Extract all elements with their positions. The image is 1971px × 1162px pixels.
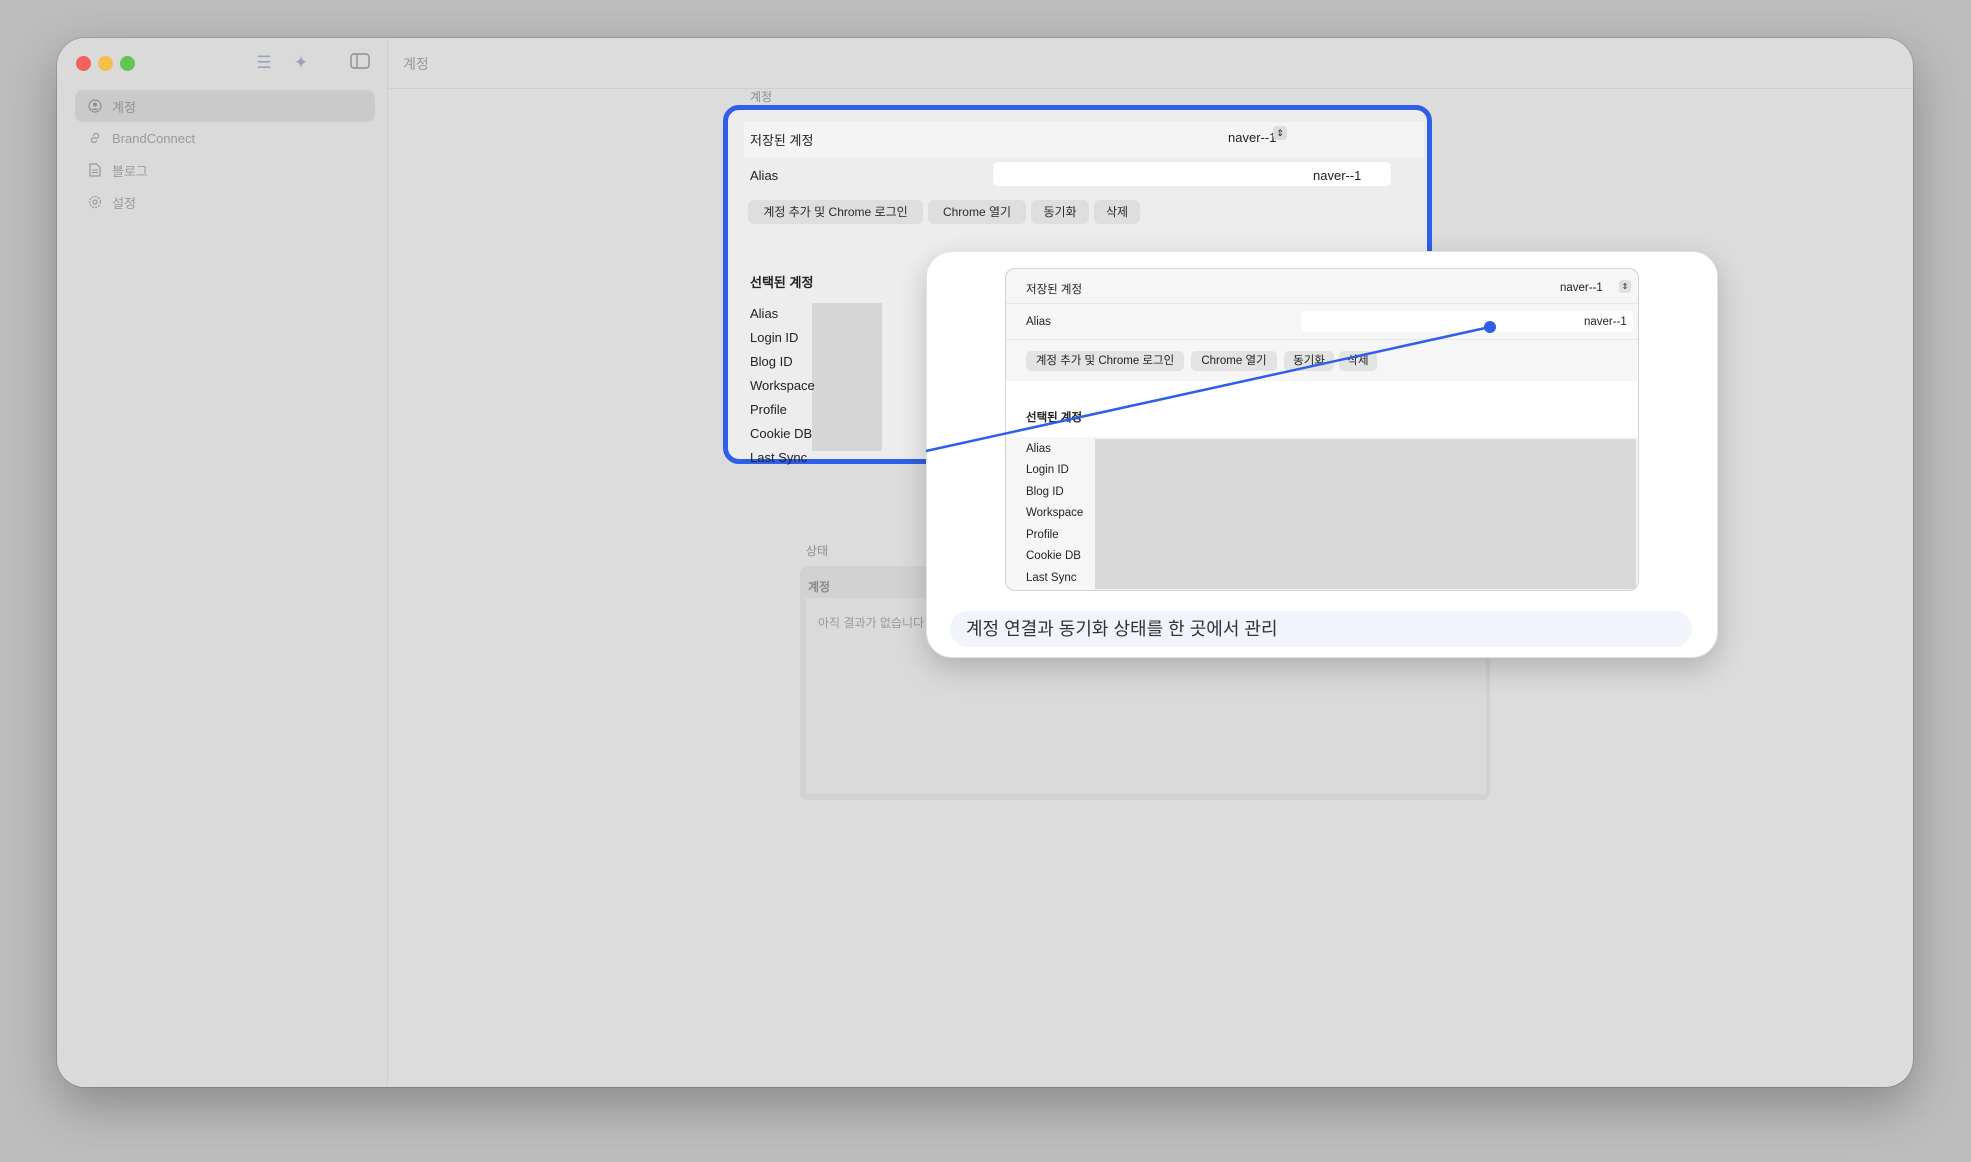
connector-dot — [1484, 321, 1496, 333]
connector-line — [925, 325, 1491, 453]
callout-connector — [925, 321, 1496, 453]
